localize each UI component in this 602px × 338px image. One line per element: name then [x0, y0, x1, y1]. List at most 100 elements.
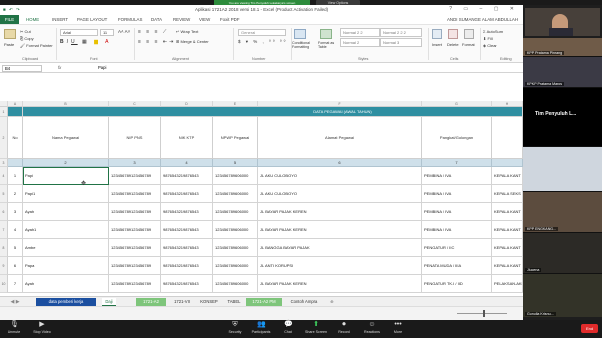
copy-button[interactable]: ⎘ Copy — [20, 36, 34, 41]
cell-nama[interactable]: Ambe — [23, 239, 109, 257]
align-horizontal-icons[interactable]: ≡ ≡ ≡ ⇤⇥ — [138, 39, 175, 45]
row-header[interactable]: 1 — [0, 107, 8, 117]
sheet-tab-tabel[interactable]: TABEL — [222, 298, 246, 306]
format-as-table-button[interactable]: Format as Table — [318, 41, 338, 49]
end-meeting-button[interactable]: End — [581, 324, 598, 333]
cell-nip[interactable]: 123456789123456789 — [109, 203, 161, 221]
sheet-tab-1721-a2[interactable]: 1721-A2 — [136, 298, 166, 306]
cell-nip[interactable]: 123456789123456789 — [109, 257, 161, 275]
insert-cells-icon[interactable] — [432, 29, 442, 39]
cell-alamat[interactable]: JL AKU CULOBOYO — [258, 167, 422, 185]
unmute-button[interactable]: 🎙 Unmute — [2, 321, 26, 334]
number-format-icons[interactable]: $ ▾ % , ⁰⁰ ⁰⁰ — [238, 39, 287, 45]
wrap-text-button[interactable]: ↵ Wrap Text — [176, 29, 198, 34]
format-as-table-icon[interactable] — [320, 29, 332, 39]
row-header[interactable]: 3 — [0, 159, 8, 167]
tab-formulas[interactable]: FORMULAS — [118, 15, 142, 24]
cell-pangkat[interactable]: PENGATUR TK.I / IID — [422, 275, 492, 293]
clear-button[interactable]: ◈ Clear — [483, 43, 497, 48]
cell-pangkat[interactable]: PENGATUR / IIC — [422, 239, 492, 257]
participant-tile[interactable]: KPKP Pratama Maros — [523, 57, 602, 87]
cell-nik[interactable]: 9876543219876543 — [161, 185, 213, 203]
cell-pangkat[interactable]: PENATA MUDA / IIIA — [422, 257, 492, 275]
cell-nama[interactable]: Papi — [23, 167, 109, 185]
cell-nik[interactable]: 9876543219876543 — [161, 239, 213, 257]
cell-jabatan[interactable]: KEPALA SEKS — [492, 185, 523, 203]
delete-button[interactable]: Delete — [447, 42, 459, 47]
name-box[interactable]: B4 — [2, 65, 42, 72]
font-style-buttons[interactable]: BIU ▦ ▆ A — [60, 39, 111, 45]
tab-file[interactable]: FILE — [0, 15, 19, 24]
cell-npwp[interactable]: 123456789606000 — [213, 239, 258, 257]
paste-button[interactable]: Paste — [4, 42, 14, 47]
paste-icon[interactable] — [4, 29, 16, 39]
sheet-nav-arrows[interactable]: ◀ ▶ — [4, 298, 26, 306]
participant-tile[interactable]: KPP Pratama Pinrang — [523, 38, 602, 56]
cell-npwp[interactable]: 123456789606000 — [213, 203, 258, 221]
cell-nik[interactable]: 9876543219876543 — [161, 275, 213, 293]
font-name-select[interactable]: Arial — [60, 29, 98, 36]
participant-tile[interactable] — [523, 147, 602, 191]
stop-video-button[interactable]: ▶ Stop Video — [30, 321, 54, 334]
zoom-slider-track[interactable] — [457, 313, 507, 314]
cell-alamat[interactable]: JL ANTI KORUPSI — [258, 257, 422, 275]
insert-button[interactable]: Insert — [432, 42, 442, 47]
cell-pangkat[interactable]: PEMBINA / IVA — [422, 221, 492, 239]
reactions-button[interactable]: ☺ Reactions — [360, 321, 384, 334]
cell-nama[interactable]: Ayah1 — [23, 221, 109, 239]
number-format-select[interactable]: General — [238, 29, 286, 36]
cell-nik[interactable]: 9876543219876543 — [161, 221, 213, 239]
participant-tile[interactable]: Tim Penyuluh L... — [523, 88, 602, 146]
cell-nip[interactable]: 123456789123456789 — [109, 167, 161, 185]
font-grow-shrink-icons[interactable]: A˄ A˅ — [118, 29, 130, 34]
zoom-slider-knob[interactable] — [483, 310, 485, 317]
sheet-tab-konsep[interactable]: KONSEP — [196, 298, 222, 306]
sheet-tab-contoh-ampra[interactable]: Contoh Ampra — [284, 298, 324, 306]
format-cells-icon[interactable] — [464, 29, 474, 39]
participant-tile[interactable]: Jlucena — [523, 233, 602, 273]
participant-tile[interactable]: Gunulla Krisnu... — [523, 274, 602, 317]
add-sheet-icon[interactable]: ⊕ — [328, 298, 336, 306]
security-button[interactable]: ⛨ Security — [223, 321, 247, 334]
cell-nama[interactable]: Ayah — [23, 203, 109, 221]
cell-nip[interactable]: 123456789123456789 — [109, 185, 161, 203]
style-normal-2[interactable]: Normal 2 — [340, 38, 380, 47]
cell-nama[interactable]: Papi1 — [23, 185, 109, 203]
window-controls[interactable]: ? ▭ – ▢ ✕ — [449, 6, 519, 12]
format-button[interactable]: Format — [462, 42, 475, 47]
sheet-tab-1721-a2-pm[interactable]: 1721-A2 PM — [246, 298, 282, 306]
more-button[interactable]: ••• More — [386, 321, 410, 334]
cell-nip[interactable]: 123456789123456789 — [109, 239, 161, 257]
cell-alamat[interactable]: JL BANGGA BAYAR PAJAK — [258, 239, 422, 257]
tab-insert[interactable]: INSERT — [52, 15, 68, 24]
row-header[interactable]: 8 — [0, 239, 8, 257]
cut-button[interactable]: ✂ Cut — [20, 29, 31, 34]
cell-no[interactable]: 3 — [8, 203, 23, 221]
cell-npwp[interactable]: 123456789606000 — [213, 167, 258, 185]
cell-jabatan[interactable]: KEPALA KANT — [492, 221, 523, 239]
row-header[interactable]: 5 — [0, 185, 8, 203]
sheet-tab-daji[interactable]: Daji — [102, 298, 116, 306]
cell-nama[interactable]: Ayah — [23, 275, 109, 293]
autosum-button[interactable]: Σ AutoSum — [483, 29, 503, 34]
tab-page-layout[interactable]: PAGE LAYOUT — [77, 15, 107, 24]
tab-review[interactable]: REVIEW — [173, 15, 190, 24]
row-header[interactable]: 2 — [0, 117, 8, 159]
formula-input[interactable]: Papi — [98, 65, 106, 70]
align-top-icons[interactable]: ≡ ≡ ≡ ⟋ — [138, 29, 168, 35]
quick-access-icons[interactable]: ■ ↶ ↷ — [3, 7, 21, 13]
merge-center-button[interactable]: ⊞ Merge & Center — [176, 39, 209, 44]
record-button[interactable]: ⏺ Record — [332, 321, 356, 334]
cell-jabatan[interactable]: KEPALA KANT — [492, 167, 523, 185]
cell-no[interactable]: 1 — [8, 167, 23, 185]
cell-alamat[interactable]: JL BAYAR PAJAK KEREN — [258, 221, 422, 239]
conditional-formatting-button[interactable]: Conditional Formatting — [292, 41, 314, 49]
spreadsheet-grid[interactable]: A B C D E F G H 1 DATA PEGAWAI (AWAL TAH… — [0, 74, 523, 296]
cell-pangkat[interactable]: PEMBINA / IVA — [422, 185, 492, 203]
row-header[interactable]: 7 — [0, 221, 8, 239]
fx-icon[interactable]: fx — [58, 65, 61, 70]
cell-extra[interactable]: LAKI-LAKI — [514, 275, 523, 293]
cell-alamat[interactable]: JL AKU CULOBOYO — [258, 185, 422, 203]
cell-nik[interactable]: 9876543219876543 — [161, 203, 213, 221]
sheet-tab-data-pemberi-kerja[interactable]: data pemberi kerja — [36, 298, 96, 306]
